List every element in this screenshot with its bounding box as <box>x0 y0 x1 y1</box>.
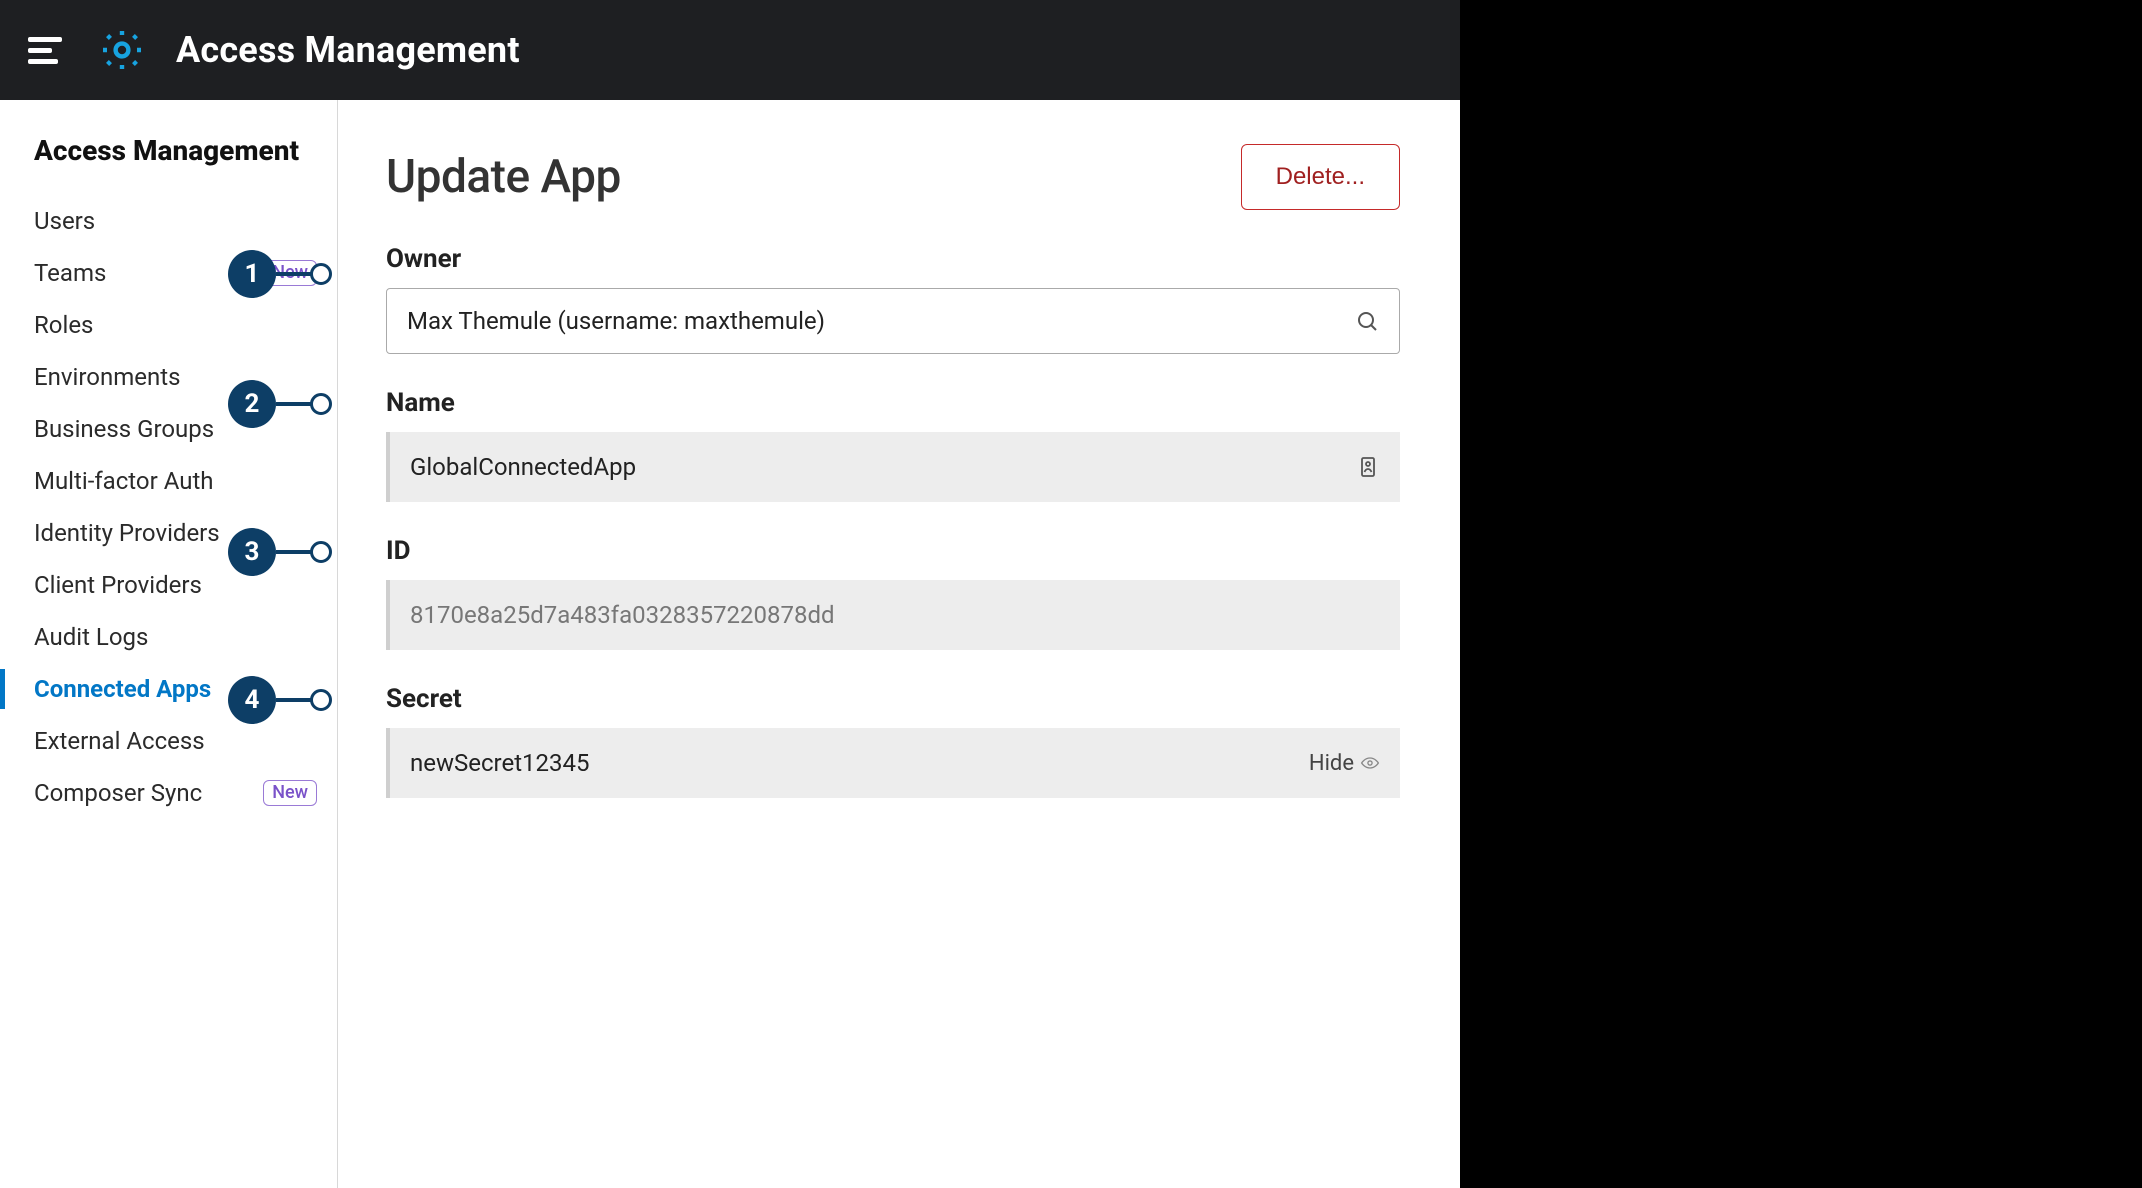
new-badge: New <box>263 780 317 806</box>
field-owner: Owner Max Themule (username: maxthemule) <box>386 244 1400 354</box>
sidebar-item-users[interactable]: Users <box>34 195 337 247</box>
sidebar-item-multi-factor-auth[interactable]: Multi-factor Auth <box>34 455 337 507</box>
sidebar-item-label: Teams <box>34 259 106 287</box>
document-icon[interactable] <box>1356 455 1380 479</box>
owner-value: Max Themule (username: maxthemule) <box>407 307 825 335</box>
sidebar-item-audit-logs[interactable]: Audit Logs <box>34 611 337 663</box>
sidebar-heading: Access Management <box>34 134 337 167</box>
owner-label: Owner <box>386 244 1400 274</box>
hide-secret-button[interactable]: Hide <box>1309 751 1380 776</box>
sidebar-item-teams[interactable]: Teams New <box>34 247 337 299</box>
delete-button[interactable]: Delete... <box>1241 144 1400 210</box>
owner-input[interactable]: Max Themule (username: maxthemule) <box>386 288 1400 354</box>
id-value-block: 8170e8a25d7a483fa0328357220878dd <box>386 580 1400 650</box>
sidebar-item-connected-apps[interactable]: Connected Apps <box>34 663 337 715</box>
field-name: Name GlobalConnectedApp <box>386 388 1400 502</box>
name-value-block: GlobalConnectedApp <box>386 432 1400 502</box>
secret-label: Secret <box>386 684 1400 714</box>
sidebar-item-business-groups[interactable]: Business Groups <box>34 403 337 455</box>
secret-value-block: newSecret12345 Hide <box>386 728 1400 798</box>
sidebar-item-identity-providers[interactable]: Identity Providers <box>34 507 337 559</box>
sidebar-item-label: Identity Providers <box>34 519 220 547</box>
eye-icon <box>1360 753 1380 773</box>
menu-icon[interactable] <box>28 30 68 70</box>
sidebar-item-roles[interactable]: Roles <box>34 299 337 351</box>
name-label: Name <box>386 388 1400 418</box>
sidebar-item-composer-sync[interactable]: Composer Sync New <box>34 767 337 819</box>
content: Access Management Users Teams New Roles Envi… <box>0 100 1460 1188</box>
sidebar-item-label: Connected Apps <box>34 675 211 703</box>
sidebar-item-environments[interactable]: Environments <box>34 351 337 403</box>
sidebar-item-client-providers[interactable]: Client Providers <box>34 559 337 611</box>
sidebar-item-label: Multi-factor Auth <box>34 467 214 495</box>
search-icon[interactable] <box>1355 309 1379 333</box>
nav-list: Users Teams New Roles Environments Business G… <box>34 195 337 819</box>
id-label: ID <box>386 536 1400 566</box>
field-secret: Secret newSecret12345 Hide <box>386 684 1400 798</box>
topbar: Access Management <box>0 0 1460 100</box>
main-header: Update App Delete... <box>386 144 1400 210</box>
sidebar-item-label: External Access <box>34 727 205 755</box>
sidebar-item-label: Environments <box>34 363 180 391</box>
hide-label: Hide <box>1309 751 1354 776</box>
topbar-title: Access Management <box>176 29 520 71</box>
sidebar-item-label: Audit Logs <box>34 623 148 651</box>
name-value: GlobalConnectedApp <box>410 453 636 481</box>
sidebar: Access Management Users Teams New Roles Envi… <box>0 100 338 1188</box>
sidebar-item-external-access[interactable]: External Access <box>34 715 337 767</box>
gear-icon <box>98 26 146 74</box>
id-value: 8170e8a25d7a483fa0328357220878dd <box>410 601 835 629</box>
sidebar-item-label: Users <box>34 207 95 235</box>
page-title: Update App <box>386 150 621 204</box>
sidebar-item-label: Client Providers <box>34 571 202 599</box>
app-frame: Access Management Access Management User… <box>0 0 1460 1188</box>
sidebar-item-label: Roles <box>34 311 93 339</box>
sidebar-item-label: Business Groups <box>34 415 214 443</box>
sidebar-item-label: Composer Sync <box>34 779 202 807</box>
new-badge: New <box>263 260 317 286</box>
field-id: ID 8170e8a25d7a483fa0328357220878dd <box>386 536 1400 650</box>
main-panel: Update App Delete... Owner Max Themule (… <box>338 100 1460 1188</box>
secret-value: newSecret12345 <box>410 749 589 777</box>
